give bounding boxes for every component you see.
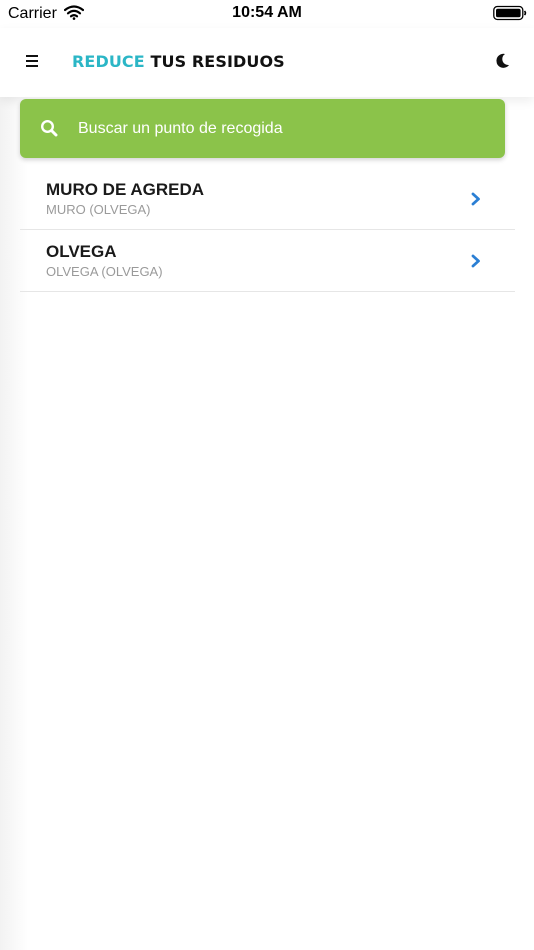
list-item-olvega[interactable]: OLVEGA OLVEGA (OLVEGA) [20, 230, 515, 292]
search-icon [40, 119, 58, 137]
brand-reduce: REDUCE [72, 52, 145, 71]
hamburger-menu-icon[interactable] [24, 52, 42, 70]
app-screen: Carrier 10:54 AM REDUCE TUS RESIDUOS Bus… [0, 0, 534, 950]
app-logo: REDUCE TUS RESIDUOS [72, 52, 285, 71]
status-bar: Carrier 10:54 AM [0, 0, 534, 28]
battery-icon [493, 5, 527, 26]
search-bar[interactable] [20, 99, 505, 158]
item-title: OLVEGA [46, 242, 117, 261]
moon-icon[interactable] [492, 51, 512, 71]
item-subtitle: OLVEGA (OLVEGA) [46, 264, 163, 279]
item-subtitle: MURO (OLVEGA) [46, 202, 151, 217]
item-title: MURO DE AGREDA [46, 180, 205, 199]
list-item-muro-de-agreda[interactable]: MURO DE AGREDA MURO (OLVEGA) [20, 168, 515, 230]
status-time: 10:54 AM [232, 4, 302, 21]
search-input[interactable] [78, 99, 488, 158]
chevron-right-icon [470, 192, 482, 206]
collection-point-list: MURO DE AGREDA MURO (OLVEGA) OLVEGA OLVE… [20, 168, 515, 292]
app-header: REDUCE TUS RESIDUOS [0, 28, 534, 97]
chevron-right-icon [470, 254, 482, 268]
brand-tus-residuos: TUS RESIDUOS [150, 52, 285, 71]
